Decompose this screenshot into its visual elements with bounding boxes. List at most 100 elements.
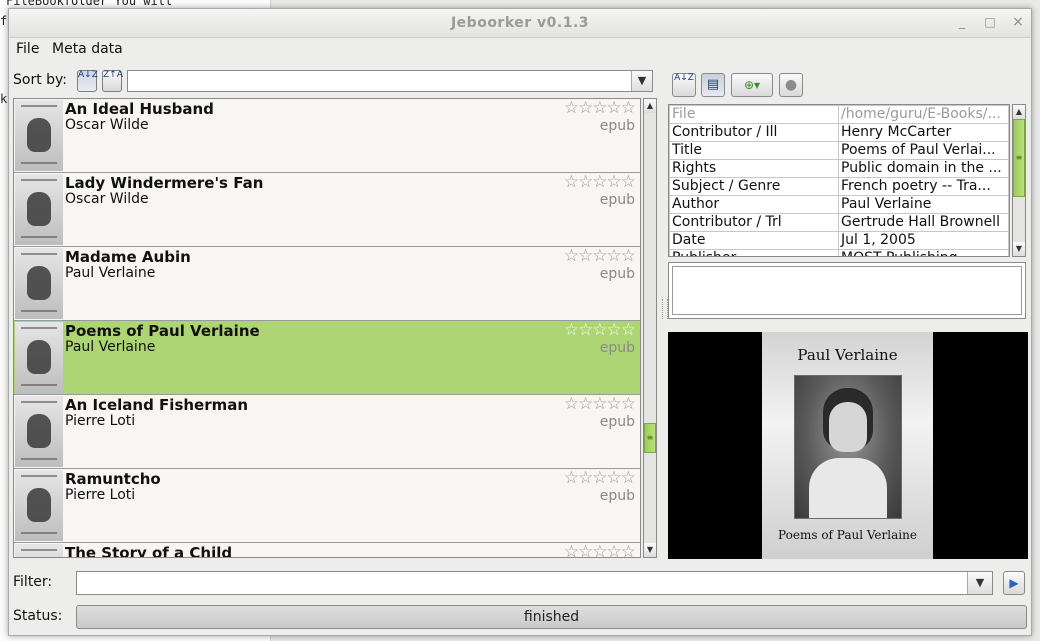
metadata-key: Contributor / Trl (669, 213, 839, 232)
metadata-value[interactable]: Poems of Paul Verlai... (838, 141, 1009, 160)
scroll-thumb[interactable]: ≡ (644, 423, 656, 453)
minimize-button[interactable]: _ (955, 15, 969, 29)
rating-stars[interactable]: ☆☆☆☆☆ (564, 468, 636, 488)
book-cover-thumbnail (15, 174, 63, 245)
metadata-row[interactable]: Contributor / Trl Gertrude Hall Brownell (669, 213, 1009, 232)
metadata-row[interactable]: Contributor / Ill Henry McCarter (669, 123, 1009, 142)
background-text: FileBookfolder You will (6, 0, 173, 8)
metadata-value[interactable]: /home/guru/E-Books/... (838, 105, 1009, 124)
thumb-portrait (27, 266, 51, 300)
thumb-text (21, 236, 57, 238)
filter-input[interactable]: ▼ (76, 571, 993, 595)
menu-file[interactable]: File (16, 41, 39, 57)
list-view-button[interactable]: ▤ (701, 73, 725, 97)
book-row[interactable]: Ramuntcho Pierre Loti ☆☆☆☆☆ epub (14, 468, 640, 543)
book-row[interactable]: An Ideal Husband Oscar Wilde ☆☆☆☆☆ epub (14, 99, 640, 173)
add-metadata-button[interactable]: ⊕▾ (731, 73, 773, 97)
scroll-down-icon[interactable]: ▼ (644, 543, 656, 557)
chevron-down-icon[interactable]: ▼ (631, 71, 652, 91)
metadata-row[interactable]: Title Poems of Paul Verlai... (669, 141, 1009, 160)
thumb-text (21, 162, 57, 164)
scroll-thumb[interactable]: ≡ (1013, 119, 1025, 197)
metadata-row[interactable]: Subject / Genre French poetry -- Tra... (669, 177, 1009, 196)
metadata-value[interactable]: Public domain in the ... (838, 159, 1009, 178)
scroll-down-icon[interactable]: ▼ (1013, 242, 1025, 256)
description-box[interactable] (668, 262, 1026, 319)
metadata-row[interactable]: File/home/guru/E-Books/... (669, 105, 1009, 124)
book-list[interactable]: An Ideal Husband Oscar Wilde ☆☆☆☆☆ epub Lady… (13, 98, 641, 558)
cover-author: Paul Verlaine (797, 346, 898, 364)
thumb-text (21, 253, 57, 255)
sort-label: Sort by: (13, 72, 68, 88)
portrait-body (809, 458, 887, 518)
book-author: Pierre Loti (65, 487, 136, 503)
metadata-value[interactable]: Henry McCarter (838, 123, 1009, 142)
sort-descending-icon: Z↑A (103, 70, 123, 80)
book-title: An Ideal Husband (65, 100, 214, 118)
close-button[interactable]: × (1011, 15, 1025, 29)
book-author: Pierre Loti (65, 413, 136, 429)
book-author: Paul Verlaine (65, 265, 156, 281)
thumb-text (21, 475, 57, 477)
maximize-button[interactable]: □ (983, 15, 997, 29)
book-author: Paul Verlaine (65, 339, 156, 355)
book-list-scrollbar[interactable]: ▲ ≡ ▼ (643, 98, 657, 558)
sort-field-select[interactable]: ▼ (127, 70, 653, 92)
rating-stars[interactable]: ☆☆☆☆☆ (564, 394, 636, 414)
title-bar[interactable]: Jeboorker v0.1.3 _ □ × (9, 9, 1031, 38)
book-format: epub (599, 340, 635, 356)
metadata-key: Rights (669, 159, 839, 178)
meta-sort-button[interactable]: A↓Z (672, 73, 696, 97)
main-window: Jeboorker v0.1.3 _ □ × File Meta data So… (8, 8, 1032, 636)
scroll-up-icon[interactable]: ▲ (644, 99, 656, 113)
metadata-value[interactable]: French poetry -- Tra... (838, 177, 1009, 196)
book-title: The Story of a Child (65, 544, 233, 558)
metadata-scrollbar[interactable]: ▲ ≡ ▼ (1012, 104, 1026, 257)
metadata-table[interactable]: File/home/guru/E-Books/... Contributor / … (668, 104, 1010, 257)
metadata-row[interactable]: Author Paul Verlaine (669, 195, 1009, 214)
metadata-row[interactable]: PublisherMOST Publishing (669, 249, 1009, 256)
book-row[interactable]: Madame Aubin Paul Verlaine ☆☆☆☆☆ epub (14, 246, 640, 321)
metadata-value[interactable]: Gertrude Hall Brownell (838, 213, 1009, 232)
sort-ascending-button[interactable]: A↓Z (77, 70, 98, 92)
rating-stars[interactable]: ☆☆☆☆☆ (564, 246, 636, 266)
book-format: epub (599, 414, 635, 430)
book-cover-thumbnail (15, 322, 63, 393)
thumb-text (21, 549, 57, 551)
thumb-text (21, 310, 57, 312)
book-row[interactable]: Lady Windermere's Fan Oscar Wilde ☆☆☆☆☆ epu… (14, 172, 640, 247)
book-row[interactable]: Poems of Paul Verlaine Paul Verlaine ☆☆☆☆☆… (14, 320, 640, 395)
apply-filter-button[interactable]: ▶ (1003, 571, 1025, 595)
metadata-value[interactable]: Jul 1, 2005 (838, 231, 1009, 250)
book-cover-thumbnail (15, 396, 63, 467)
book-title: Ramuntcho (65, 470, 161, 488)
book-title: Madame Aubin (65, 248, 191, 266)
metadata-row[interactable]: Date Jul 1, 2005 (669, 231, 1009, 250)
sort-ascending-icon: A↓Z (78, 70, 98, 80)
sort-descending-button[interactable]: Z↑A (102, 70, 123, 92)
thumb-portrait (27, 488, 51, 522)
metadata-key: Title (669, 141, 839, 160)
rating-stars[interactable]: ☆☆☆☆☆ (564, 172, 636, 192)
rating-stars[interactable]: ☆☆☆☆☆ (564, 542, 636, 557)
description-field[interactable] (672, 266, 1022, 315)
metadata-row[interactable]: Rights Public domain in the ... (669, 159, 1009, 178)
book-title: Lady Windermere's Fan (65, 174, 264, 192)
scroll-up-icon[interactable]: ▲ (1013, 105, 1025, 119)
rating-stars[interactable]: ☆☆☆☆☆ (564, 320, 636, 340)
book-format: epub (599, 118, 635, 134)
book-row[interactable]: The Story of a Child ☆☆☆☆☆ (14, 542, 640, 558)
rating-stars[interactable]: ☆☆☆☆☆ (564, 99, 636, 118)
metadata-value[interactable]: MOST Publishing (838, 249, 1009, 256)
thumb-text (21, 327, 57, 329)
stop-button[interactable]: ● (779, 73, 803, 97)
chevron-down-icon[interactable]: ▼ (967, 572, 992, 594)
book-cover-thumbnail (15, 470, 63, 541)
metadata-value[interactable]: Paul Verlaine (838, 195, 1009, 214)
menu-meta-data[interactable]: Meta data (52, 41, 123, 57)
portrait-head (829, 402, 867, 452)
thumb-text (21, 458, 57, 460)
thumb-portrait (27, 118, 51, 152)
book-cover-thumbnail (15, 544, 63, 557)
book-row[interactable]: An Iceland Fisherman Pierre Loti ☆☆☆☆☆ epub (14, 394, 640, 469)
